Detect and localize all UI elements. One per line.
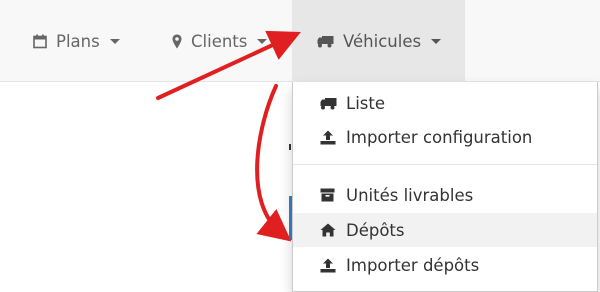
archive-icon	[320, 188, 338, 202]
menu-item-depots[interactable]: Dépôts	[293, 213, 597, 247]
arrow-to-depots-icon	[255, 84, 292, 242]
home-icon	[320, 223, 338, 237]
menu-item-liste[interactable]: Liste	[293, 86, 597, 120]
chevron-down-icon	[257, 38, 268, 44]
menu-item-unites-livrables[interactable]: Unités livrables	[293, 178, 597, 212]
menu-divider	[293, 164, 597, 165]
menu-item-importer-configuration[interactable]: Importer configuration	[293, 120, 597, 154]
nav-clients[interactable]: Clients	[172, 0, 268, 82]
menu-item-label: Dépôts	[346, 220, 405, 240]
map-marker-icon	[172, 34, 182, 49]
background-fragment	[289, 144, 291, 150]
chevron-down-icon	[431, 38, 442, 44]
nav-plans[interactable]: Plans	[33, 0, 120, 82]
nav-vehicules-label: Véhicules	[343, 31, 422, 51]
vehicules-dropdown-menu: Liste Importer configuration Unités livr…	[292, 82, 598, 292]
menu-item-label: Unités livrables	[346, 185, 474, 205]
menu-item-label: Importer dépôts	[346, 255, 480, 275]
menu-item-label: Liste	[346, 93, 385, 113]
upload-icon	[320, 130, 338, 145]
nav-plans-label: Plans	[56, 31, 100, 51]
top-navbar: Plans Clients Véhicules	[0, 0, 600, 82]
truck-icon	[320, 97, 338, 110]
upload-icon	[320, 258, 338, 273]
calendar-icon	[33, 34, 47, 49]
nav-vehicules[interactable]: Véhicules	[292, 0, 465, 82]
nav-clients-label: Clients	[191, 31, 248, 51]
menu-item-label: Importer configuration	[346, 127, 533, 147]
chevron-down-icon	[109, 38, 120, 44]
truck-icon	[317, 35, 334, 48]
menu-item-importer-depots[interactable]: Importer dépôts	[293, 248, 597, 282]
